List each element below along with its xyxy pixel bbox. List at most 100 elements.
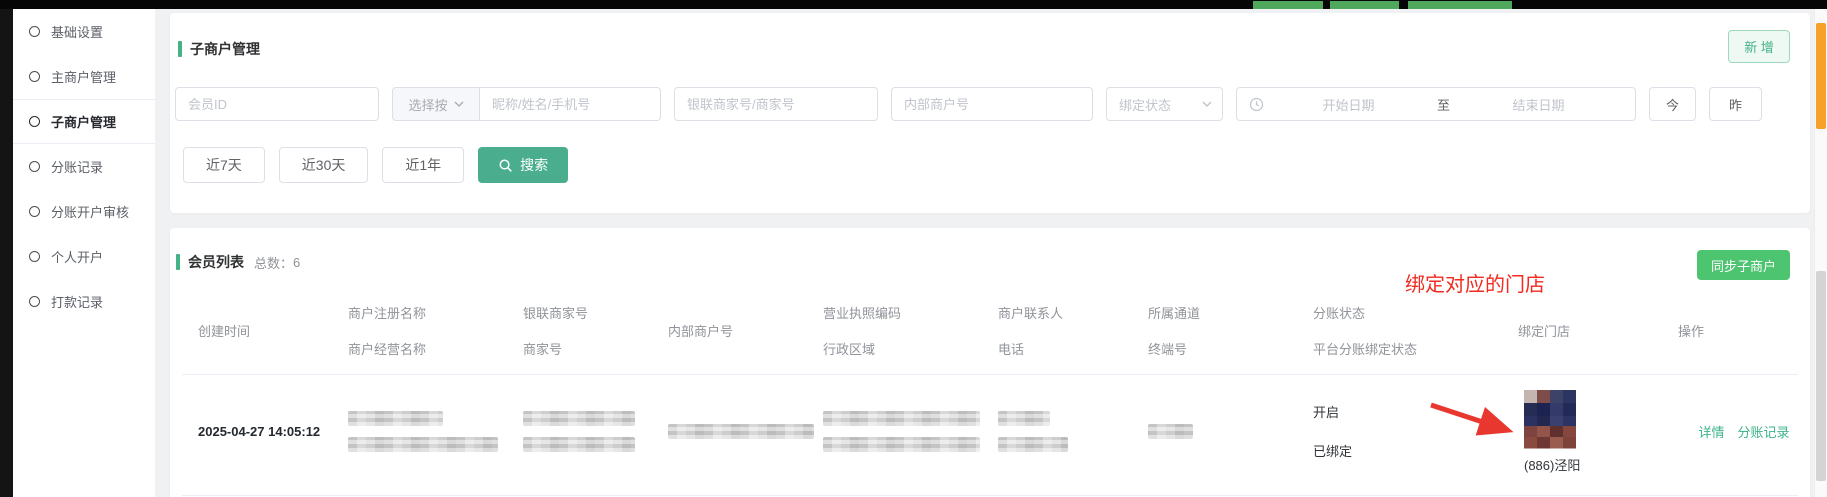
column-header-line1: 商户注册名称 bbox=[348, 303, 523, 322]
yesterday-button[interactable]: 昨 bbox=[1709, 87, 1762, 121]
top-bar-green-segment bbox=[1330, 1, 1399, 9]
column-header: 分账状态 平台分账绑定状态 bbox=[1313, 294, 1518, 366]
cell-contact-phone bbox=[998, 375, 1148, 487]
nickname-input[interactable] bbox=[480, 87, 661, 121]
chevron-down-icon bbox=[1202, 101, 1212, 107]
quick-range-button[interactable]: 近7天 bbox=[183, 147, 265, 183]
sidebar-item[interactable]: 基础设置 bbox=[13, 9, 155, 54]
column-header-line1: 营业执照编码 bbox=[823, 303, 998, 322]
store-name: (886)泾阳 bbox=[1524, 455, 1580, 474]
redacted-text bbox=[523, 411, 635, 426]
add-button[interactable]: 新 增 bbox=[1728, 30, 1790, 63]
detail-link[interactable]: 详情 bbox=[1698, 422, 1724, 441]
member-list-card: 会员列表 总数： 6 同步子商户 绑定对应的门店 创建时间 商户注册名称 商户经… bbox=[170, 228, 1810, 497]
column-header: 创建时间 bbox=[198, 294, 348, 366]
bind-status-select[interactable]: 绑定状态 bbox=[1106, 87, 1223, 121]
column-header-line1: 商户联系人 bbox=[998, 303, 1148, 322]
column-header: 银联商家号 商家号 bbox=[523, 294, 668, 366]
created-at-value: 2025-04-27 14:05:12 bbox=[198, 424, 320, 439]
search-icon bbox=[498, 158, 513, 173]
filter-card: 子商户管理 新 增 选择按 绑定状态 开始日期 至 结束日期 今 昨 bbox=[170, 13, 1810, 213]
redacted-text bbox=[998, 437, 1068, 452]
cell-actions: 详情 分账记录 bbox=[1678, 375, 1810, 487]
top-bar-green-segment bbox=[1408, 1, 1512, 9]
bind-status-label: 绑定状态 bbox=[1119, 95, 1171, 114]
filter-card-title-row: 子商户管理 bbox=[178, 39, 1810, 59]
cell-merchant-names bbox=[348, 375, 523, 487]
column-header: 操作 bbox=[1678, 294, 1810, 366]
column-header: 商户联系人 电话 bbox=[998, 294, 1148, 366]
search-button[interactable]: 搜索 bbox=[478, 147, 568, 183]
column-header-line2: 平台分账绑定状态 bbox=[1313, 339, 1518, 358]
chevron-down-icon bbox=[454, 101, 464, 107]
circle-icon bbox=[29, 26, 40, 37]
sidebar-item[interactable]: 打款记录 bbox=[13, 279, 155, 324]
circle-icon bbox=[29, 116, 40, 127]
redacted-text bbox=[348, 411, 443, 426]
unionpay-merchant-input[interactable] bbox=[674, 87, 878, 121]
circle-icon bbox=[29, 161, 40, 172]
column-header-line1: 创建时间 bbox=[198, 321, 348, 340]
end-date-placeholder: 结束日期 bbox=[1454, 95, 1623, 114]
sidebar-item[interactable]: 分账开户审核 bbox=[13, 189, 155, 234]
total-value: 6 bbox=[293, 255, 300, 270]
column-header-line2: 商户经营名称 bbox=[348, 339, 523, 358]
column-header-line1: 内部商户号 bbox=[668, 321, 823, 340]
cell-license-region bbox=[823, 375, 998, 487]
circle-icon bbox=[29, 71, 40, 82]
cell-bound-store: (886)泾阳 bbox=[1518, 375, 1678, 487]
sidebar-item[interactable]: 主商户管理 bbox=[13, 54, 155, 99]
top-bar-green-segment bbox=[1253, 1, 1323, 9]
sidebar-item-label: 个人开户 bbox=[51, 247, 103, 266]
date-range-picker[interactable]: 开始日期 至 结束日期 bbox=[1236, 87, 1636, 121]
sidebar-item[interactable]: 分账记录 bbox=[13, 144, 155, 189]
scrollbar[interactable] bbox=[1814, 9, 1827, 497]
today-button[interactable]: 今 bbox=[1649, 87, 1696, 121]
sync-submerchant-button[interactable]: 同步子商户 bbox=[1697, 250, 1790, 280]
annotation-text: 绑定对应的门店 bbox=[1405, 268, 1545, 297]
cell-created-at: 2025-04-27 14:05:12 bbox=[198, 375, 348, 487]
cell-channel-terminal bbox=[1148, 375, 1313, 487]
member-id-input[interactable] bbox=[175, 87, 379, 121]
title-accent-bar bbox=[176, 254, 180, 270]
redacted-text bbox=[668, 424, 814, 439]
quick-buttons: 近7天 近30天 近1年 bbox=[183, 147, 464, 183]
column-header-line1: 绑定门店 bbox=[1518, 321, 1678, 340]
quick-range-button[interactable]: 近30天 bbox=[279, 147, 369, 183]
column-header-line2: 终端号 bbox=[1148, 339, 1313, 358]
column-header: 所属通道 终端号 bbox=[1148, 294, 1313, 366]
redacted-text bbox=[523, 437, 635, 452]
redacted-text bbox=[1148, 424, 1193, 439]
column-header-line2: 行政区域 bbox=[823, 339, 998, 358]
table-row: 2025-04-27 14:05:12 开启 已绑定 bbox=[198, 375, 1810, 487]
column-header: 商户注册名称 商户经营名称 bbox=[348, 294, 523, 366]
sidebar-item-label: 主商户管理 bbox=[51, 67, 116, 86]
sidebar-item-label: 子商户管理 bbox=[51, 112, 116, 131]
nickname-search-group: 选择按 bbox=[392, 87, 661, 121]
column-header-line1: 所属通道 bbox=[1148, 303, 1313, 322]
sidebar: 基础设置 主商户管理 子商户管理 分账记录 分账开户审核 bbox=[13, 9, 155, 497]
sidebar-menu: 基础设置 主商户管理 子商户管理 分账记录 分账开户审核 bbox=[13, 9, 155, 324]
scrollbar-thumb-orange[interactable] bbox=[1816, 23, 1826, 129]
filter-row: 选择按 绑定状态 开始日期 至 结束日期 今 昨 bbox=[175, 87, 1800, 121]
scrollbar-thumb[interactable] bbox=[1816, 271, 1826, 481]
sidebar-item[interactable]: 子商户管理 bbox=[13, 99, 155, 144]
sidebar-item-label: 打款记录 bbox=[51, 292, 103, 311]
list-title: 会员列表 bbox=[188, 252, 244, 272]
column-header-line1: 分账状态 bbox=[1313, 303, 1518, 322]
cell-internal-merchant-id bbox=[668, 375, 823, 487]
redacted-text bbox=[823, 411, 980, 426]
store-thumbnail[interactable] bbox=[1524, 388, 1576, 450]
title-accent-bar bbox=[178, 41, 182, 57]
start-date-placeholder: 开始日期 bbox=[1264, 95, 1433, 114]
split-records-link[interactable]: 分账记录 bbox=[1738, 422, 1790, 441]
column-header: 营业执照编码 行政区域 bbox=[823, 294, 998, 366]
quick-range-button[interactable]: 近1年 bbox=[382, 147, 464, 183]
clock-icon bbox=[1249, 97, 1264, 112]
internal-merchant-input[interactable] bbox=[891, 87, 1093, 121]
circle-icon bbox=[29, 206, 40, 217]
circle-icon bbox=[29, 296, 40, 307]
sidebar-item[interactable]: 个人开户 bbox=[13, 234, 155, 279]
select-by-dropdown[interactable]: 选择按 bbox=[392, 87, 480, 121]
list-card-title-row: 会员列表 总数： 6 bbox=[176, 252, 1810, 272]
